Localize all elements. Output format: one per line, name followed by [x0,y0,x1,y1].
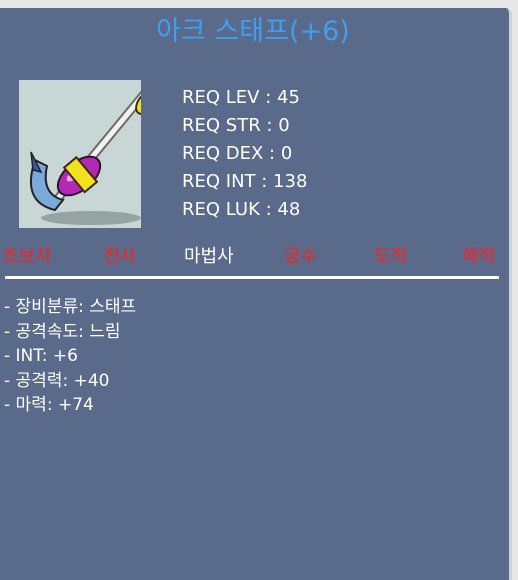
divider [5,276,499,279]
stat-category: - 장비분류: 스태프 [4,297,137,317]
stat-int: - INT: +6 [4,346,78,366]
req-dex: REQ DEX : 0 [182,143,293,164]
arc-staff-icon [30,89,141,225]
item-name: 아크 스태프(+6) [156,16,350,47]
item-image [19,80,141,228]
req-luk: REQ LUK : 48 [182,199,301,220]
item-stats-list: - 장비분류: 스태프 - 공격속도: 느림 - INT: +6 - 공격력: … [4,295,136,418]
job-requirements: 초보자 전사 마법사 궁수 도적 해적 [0,244,506,270]
req-int: REQ INT : 138 [182,171,308,192]
stat-attack-speed: - 공격속도: 느림 [4,321,121,342]
stat-magic-attack: - 마력: +74 [4,395,94,415]
job-bowman: 궁수 [284,246,318,267]
requirements-list: REQ LEV : 45 REQ STR : 0 REQ DEX : 0 REQ… [182,84,307,224]
job-thief: 도적 [374,246,408,267]
job-beginner: 초보자 [2,246,52,267]
job-warrior: 전사 [103,246,137,267]
req-level: REQ LEV : 45 [182,87,300,108]
job-pirate: 해적 [462,246,496,267]
req-str: REQ STR : 0 [182,115,290,136]
job-magician: 마법사 [184,246,234,267]
item-tooltip-panel: 아크 스태프(+6) REQ LEV: 45 REQ STR: 0 REQ … [0,8,512,580]
stat-attack: - 공격력: +40 [4,370,110,391]
